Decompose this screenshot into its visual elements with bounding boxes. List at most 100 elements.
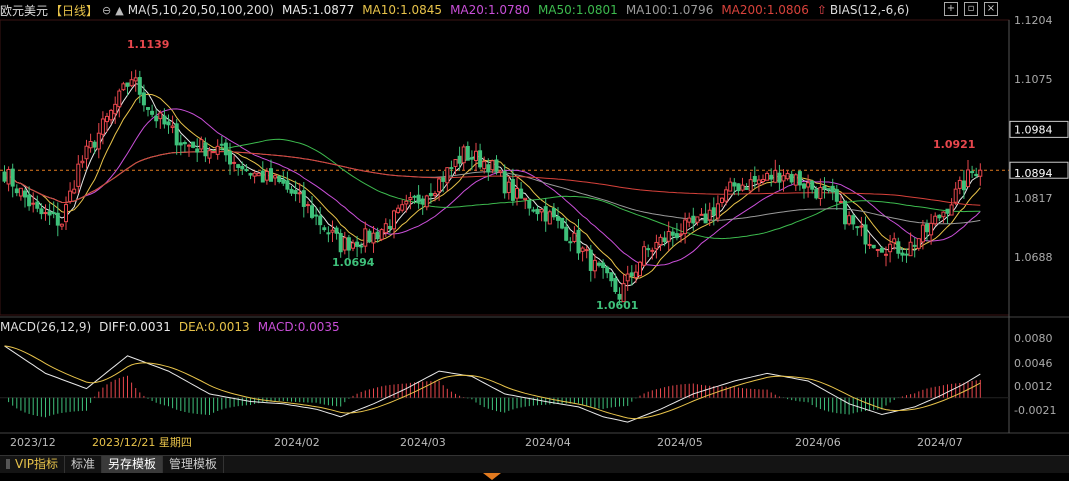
candle-up xyxy=(720,197,724,203)
candle-down xyxy=(810,180,815,190)
candle-up xyxy=(916,238,921,249)
candle-up xyxy=(957,179,962,189)
candle-down xyxy=(531,209,536,212)
candle-down xyxy=(310,205,314,218)
candle-down xyxy=(961,180,966,191)
candle-down xyxy=(334,227,339,234)
candle-down xyxy=(551,207,556,218)
candle-down xyxy=(732,182,737,187)
candle-up xyxy=(187,144,191,147)
candle-up xyxy=(687,217,692,223)
tab-vip-indicators[interactable]: VIP指标 xyxy=(0,456,65,473)
candle-up xyxy=(18,187,23,197)
candle-up xyxy=(793,174,798,186)
candle-down xyxy=(449,167,454,170)
candle-down xyxy=(912,244,917,247)
candle-up xyxy=(584,249,589,252)
candle-down xyxy=(314,214,319,217)
price-tick: 1.0817 xyxy=(1014,192,1053,205)
x-tick: 2024/03 xyxy=(400,436,446,449)
candle-down xyxy=(203,142,208,157)
candle-up xyxy=(88,140,93,149)
candle-up xyxy=(342,237,347,251)
candle-up xyxy=(64,204,68,223)
candle-down xyxy=(568,241,573,244)
candle-up xyxy=(847,215,852,225)
tab-manage-templates[interactable]: 管理模板 xyxy=(163,456,225,473)
candle-up xyxy=(84,145,89,160)
ma200-line xyxy=(4,150,981,206)
candle-down xyxy=(937,214,942,219)
candle-down xyxy=(367,230,372,243)
macd-tick: 0.0046 xyxy=(1014,357,1053,370)
candle-down xyxy=(802,183,806,189)
candle-up xyxy=(109,109,114,121)
x-tick: 2024/05 xyxy=(657,436,703,449)
candle-up xyxy=(580,247,585,252)
candle-down xyxy=(904,253,909,256)
candle-down xyxy=(416,194,421,203)
candle-down xyxy=(703,213,708,224)
candle-up xyxy=(133,77,138,82)
candle-down xyxy=(240,165,245,170)
tab-save-as-template[interactable]: 另存模板 xyxy=(102,456,164,473)
candle-down xyxy=(510,178,515,201)
recent-high-annotation: 1.0921 xyxy=(933,138,975,151)
candle-down xyxy=(814,189,819,199)
candle-up xyxy=(506,181,511,194)
candle-up xyxy=(392,210,396,230)
candle-down xyxy=(182,142,187,145)
tab-standard[interactable]: 标准 xyxy=(65,456,103,473)
collapse-arrow-icon[interactable] xyxy=(483,473,501,480)
high-annotation: 1.1139 xyxy=(127,38,169,51)
candle-down xyxy=(744,187,749,190)
candle-up xyxy=(490,160,495,171)
candle-down xyxy=(646,248,651,251)
candle-down xyxy=(605,266,610,274)
candle-up xyxy=(68,190,73,202)
candle-up xyxy=(650,249,655,252)
macd-tick: 0.0012 xyxy=(1014,380,1053,393)
candle-down xyxy=(150,110,155,115)
candle-up xyxy=(158,112,163,120)
candle-down xyxy=(154,115,159,122)
candle-down xyxy=(338,233,343,253)
candle-down xyxy=(752,175,757,182)
candle-down xyxy=(486,164,491,173)
candle-up xyxy=(363,228,368,247)
candle-up xyxy=(539,208,544,213)
candle-up xyxy=(215,145,220,155)
candle-down xyxy=(519,188,524,199)
candle-up xyxy=(297,192,302,195)
candle-down xyxy=(51,212,56,215)
candle-up xyxy=(199,139,204,150)
candle-up xyxy=(756,179,761,185)
candle-down xyxy=(457,155,462,164)
candle-down xyxy=(162,115,167,125)
candle-down xyxy=(945,208,950,214)
price-tick: 1.1204 xyxy=(1014,14,1053,27)
candle-up xyxy=(781,175,786,182)
candle-up xyxy=(72,188,77,194)
candle-down xyxy=(465,145,470,161)
candle-down xyxy=(797,171,802,186)
candle-up xyxy=(892,238,897,244)
chart-window: 欧元美元 【日线】 ⊖ ▲ MA(5,10,20,50,100,200) MA5… xyxy=(0,0,1069,481)
price-tick: 1.1075 xyxy=(1014,73,1053,86)
candle-up xyxy=(461,146,466,164)
candle-down xyxy=(974,173,979,176)
candle-down xyxy=(285,180,290,190)
candle-down xyxy=(141,92,146,106)
candle-down xyxy=(871,244,876,249)
candle-up xyxy=(96,132,101,150)
candle-down xyxy=(228,151,232,165)
candle-up xyxy=(806,182,811,188)
candle-down xyxy=(588,249,593,271)
candle-down xyxy=(502,171,507,194)
candle-down xyxy=(355,241,360,247)
price-chart[interactable]: 1.0984 1.1204 1.1075 1.0894 1.0817 1.068… xyxy=(0,0,1069,455)
template-tabs: VIP指标 标准 另存模板 管理模板 xyxy=(0,455,1069,473)
candle-down xyxy=(851,215,856,225)
candle-up xyxy=(433,193,437,196)
candle-up xyxy=(908,241,913,257)
